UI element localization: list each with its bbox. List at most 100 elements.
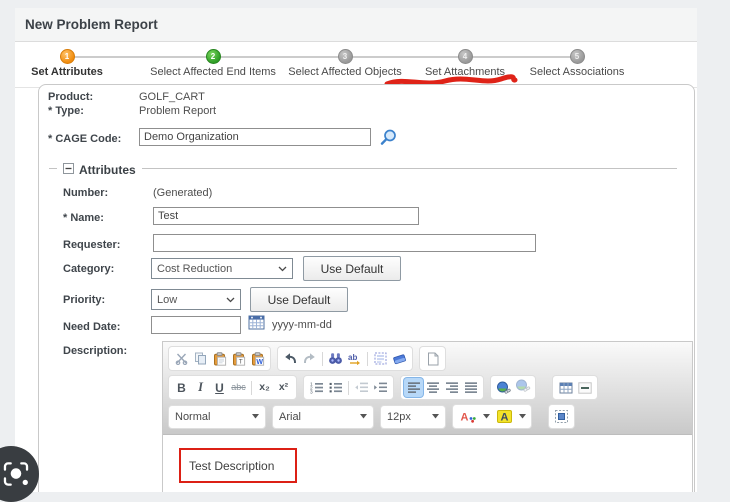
requester-label: Requester: — [63, 239, 121, 251]
priority-use-default-button[interactable]: Use Default — [250, 287, 348, 312]
paste-text-icon[interactable]: T — [229, 349, 248, 368]
priority-select[interactable]: Low — [151, 289, 241, 310]
priority-select-value: Low — [157, 293, 178, 306]
link-icon[interactable] — [494, 378, 513, 397]
editor-content-area[interactable]: Test Description — [163, 435, 692, 492]
priority-label: Priority: — [63, 294, 106, 306]
toolbar-group — [400, 375, 484, 400]
red-box-annotation: Test Description — [179, 448, 297, 483]
copy-icon[interactable] — [191, 349, 210, 368]
find-icon[interactable] — [326, 349, 345, 368]
category-select[interactable]: Cost Reduction — [151, 258, 293, 279]
italic-icon[interactable]: I — [191, 378, 210, 397]
underline-icon[interactable]: U — [210, 378, 229, 397]
align-center-icon[interactable] — [423, 378, 442, 397]
name-label: * Name: — [63, 212, 104, 224]
numbered-list-icon[interactable]: 123 — [307, 378, 326, 397]
number-value: (Generated) — [153, 187, 213, 199]
horizontal-rule-icon[interactable] — [575, 378, 594, 397]
form-panel: Product: GOLF_CART * Type: Problem Repor… — [38, 84, 695, 492]
toolbar-group: ab — [277, 346, 413, 371]
toolbar-group: TW — [168, 346, 271, 371]
attributes-legend-text: Attributes — [79, 163, 136, 177]
svg-text:3: 3 — [310, 390, 313, 394]
wizard-step-label-5[interactable]: Select Associations — [530, 66, 625, 78]
wizard-steps: 1 Set Attributes 2 Select Affected End Item… — [15, 42, 697, 88]
replace-icon[interactable]: ab — [345, 349, 364, 368]
wizard-step-circle-2[interactable]: 2 — [205, 49, 221, 64]
font-size-select[interactable]: 12px — [380, 404, 446, 429]
bold-icon[interactable]: B — [172, 378, 191, 397]
superscript-icon[interactable]: x² — [274, 378, 293, 397]
svg-text:ab: ab — [348, 353, 357, 362]
type-value: Problem Report — [139, 105, 217, 117]
paragraph-format-value: Normal — [175, 410, 211, 423]
svg-text:T: T — [238, 358, 242, 365]
category-use-default-button[interactable]: Use Default — [303, 256, 401, 281]
toolbar-separator — [367, 351, 368, 366]
unlink-icon[interactable] — [513, 378, 532, 397]
font-size-value: 12px — [387, 410, 411, 423]
toolbar-group — [552, 375, 598, 400]
indent-icon[interactable] — [371, 378, 390, 397]
svg-text:W: W — [256, 359, 263, 366]
editor-text: Test Description — [189, 458, 275, 473]
cage-code-input[interactable] — [139, 128, 371, 146]
toolbar-separator — [348, 380, 349, 395]
need-date-format-hint: yyyy-mm-dd — [272, 319, 332, 331]
new-page-icon[interactable] — [423, 349, 442, 368]
calendar-icon[interactable] — [248, 314, 265, 335]
maximize-icon[interactable] — [552, 407, 571, 426]
highlight-color-icon[interactable]: A — [492, 407, 516, 426]
font-family-select[interactable]: Arial — [272, 404, 374, 429]
need-date-label: Need Date: — [63, 321, 121, 333]
select-all-icon[interactable] — [371, 349, 390, 368]
subscript-icon[interactable]: x₂ — [255, 378, 274, 397]
chevron-down-icon — [278, 266, 287, 271]
toolbar-separator — [251, 380, 252, 395]
paragraph-format-select[interactable]: Normal — [168, 404, 266, 429]
attributes-fieldset-line — [49, 168, 677, 169]
toolbar-group: 123 — [303, 375, 394, 400]
paste-word-icon[interactable]: W — [248, 349, 267, 368]
number-label: Number: — [63, 187, 109, 199]
text-color-icon[interactable]: A — [456, 407, 480, 426]
svg-text:A: A — [500, 412, 508, 424]
need-date-input[interactable] — [151, 316, 241, 334]
wizard-step-circle-3[interactable]: 3 — [337, 49, 353, 64]
category-select-value: Cost Reduction — [157, 262, 233, 275]
undo-icon[interactable] — [281, 349, 300, 368]
eraser-icon[interactable] — [390, 349, 409, 368]
name-input[interactable] — [153, 207, 419, 225]
align-justify-icon[interactable] — [461, 378, 480, 397]
text-color-dropdown-icon[interactable] — [480, 407, 492, 426]
cut-icon[interactable] — [172, 349, 191, 368]
redo-icon[interactable] — [300, 349, 319, 368]
align-left-icon[interactable] — [404, 378, 423, 397]
wizard-connector-line — [67, 56, 577, 58]
cage-code-label: * CAGE Code: — [48, 133, 122, 145]
paste-icon[interactable] — [210, 349, 229, 368]
wizard-step-label-2[interactable]: Select Affected End Items — [150, 66, 276, 78]
product-value: GOLF_CART — [139, 91, 205, 103]
wizard-step-circle-4[interactable]: 4 — [457, 49, 473, 64]
product-label: Product: — [48, 91, 94, 103]
svg-text:A: A — [460, 412, 468, 424]
align-right-icon[interactable] — [442, 378, 461, 397]
attributes-legend: Attributes — [57, 161, 142, 179]
title-bar: New Problem Report — [15, 8, 697, 42]
toolbar-group — [419, 346, 446, 371]
outdent-icon[interactable] — [352, 378, 371, 397]
collapse-icon[interactable] — [63, 161, 74, 179]
strikethrough-icon[interactable]: abc — [229, 378, 248, 397]
highlight-color-dropdown-icon[interactable] — [516, 407, 528, 426]
wizard-step-label-1[interactable]: Set Attributes — [31, 66, 103, 78]
editor-toolbar: T Wab B I Uabc x₂ x² 1 2 3 Normal Arial 12px — [163, 342, 692, 435]
type-label: * Type: — [48, 105, 84, 117]
wizard-step-circle-1[interactable]: 1 — [59, 49, 75, 64]
search-icon[interactable] — [379, 128, 398, 152]
wizard-step-circle-5[interactable]: 5 — [569, 49, 585, 64]
table-icon[interactable] — [556, 378, 575, 397]
bulleted-list-icon[interactable] — [326, 378, 345, 397]
requester-input[interactable] — [153, 234, 536, 252]
